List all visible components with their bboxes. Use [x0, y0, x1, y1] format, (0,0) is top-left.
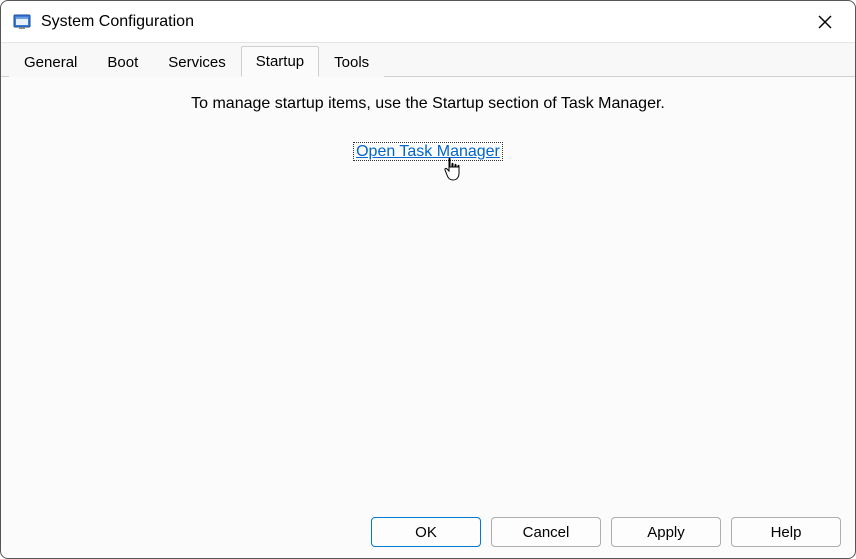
tabbar: General Boot Services Startup Tools	[1, 43, 855, 77]
close-button[interactable]	[803, 7, 847, 37]
tab-startup[interactable]: Startup	[241, 46, 319, 77]
ok-button[interactable]: OK	[371, 517, 481, 547]
pointer-cursor-icon	[442, 157, 464, 186]
tab-tools[interactable]: Tools	[319, 47, 384, 77]
tab-general[interactable]: General	[9, 47, 92, 77]
cancel-button[interactable]: Cancel	[491, 517, 601, 547]
window-title: System Configuration	[41, 13, 803, 31]
app-icon	[13, 13, 31, 31]
tab-services[interactable]: Services	[153, 47, 241, 77]
help-button[interactable]: Help	[731, 517, 841, 547]
link-wrap: Open Task Manager	[354, 143, 502, 161]
tab-boot[interactable]: Boot	[92, 47, 153, 77]
system-configuration-window: System Configuration General Boot Servic…	[0, 0, 856, 559]
titlebar: System Configuration	[1, 1, 855, 43]
open-task-manager-link[interactable]: Open Task Manager	[354, 143, 502, 160]
startup-info-text: To manage startup items, use the Startup…	[1, 95, 855, 113]
apply-button[interactable]: Apply	[611, 517, 721, 547]
tab-content-startup: To manage startup items, use the Startup…	[1, 77, 855, 506]
close-icon	[818, 15, 832, 29]
button-bar: OK Cancel Apply Help	[1, 506, 855, 558]
